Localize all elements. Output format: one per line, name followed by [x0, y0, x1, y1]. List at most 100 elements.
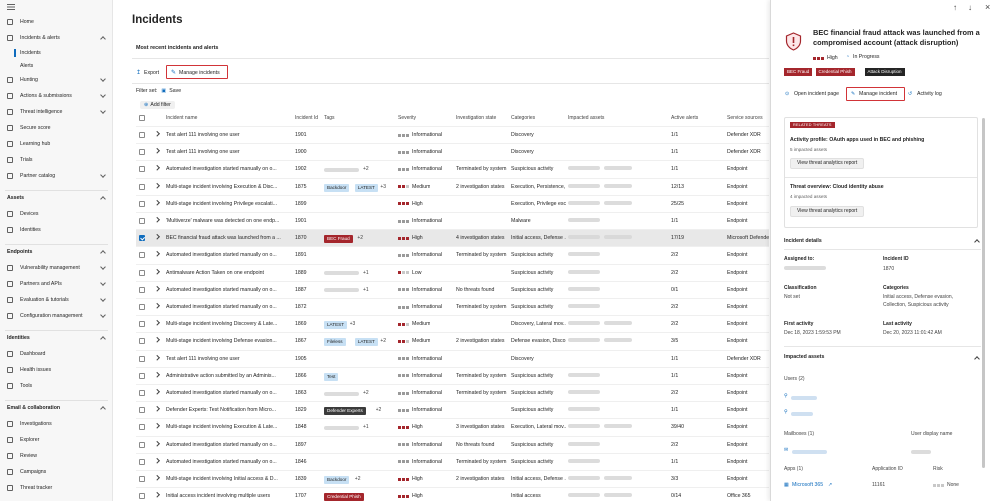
- row-checkbox[interactable]: [139, 372, 145, 379]
- table-row[interactable]: Automated investigation started manually…: [136, 435, 769, 453]
- expand-chevron-icon[interactable]: [154, 286, 160, 292]
- row-checkbox[interactable]: [139, 286, 145, 293]
- expand-chevron-icon[interactable]: [154, 320, 160, 326]
- sidebar-item-trials[interactable]: Trials: [0, 153, 113, 167]
- sidebar-item-devices[interactable]: Devices: [0, 207, 113, 221]
- incident-name[interactable]: BEC financial fraud attack was launched …: [166, 235, 291, 241]
- app-link[interactable]: Microsoft 365: [792, 482, 823, 488]
- incident-name[interactable]: Administrative action submitted by an Ad…: [166, 373, 291, 379]
- incident-name[interactable]: 'Multiverze' malware was detected on one…: [166, 218, 291, 224]
- table-row[interactable]: Test alert 111 involving one user 1900 Inf…: [136, 143, 769, 160]
- open-incident-page-link[interactable]: Open incident page: [794, 91, 839, 97]
- table-row[interactable]: Defender Experts: Test Notification from…: [136, 401, 769, 418]
- close-icon[interactable]: ×: [985, 2, 990, 12]
- column-header[interactable]: Service sources: [727, 115, 763, 121]
- more-tags[interactable]: +1: [363, 424, 369, 430]
- export-button[interactable]: ↥ Export: [136, 69, 159, 77]
- row-checkbox[interactable]: [139, 132, 145, 138]
- collapse-icon[interactable]: [974, 356, 980, 362]
- expand-chevron-icon[interactable]: [154, 475, 160, 481]
- row-checkbox[interactable]: [139, 355, 145, 362]
- row-checkbox[interactable]: [139, 493, 145, 500]
- view-report-button[interactable]: View threat analytics report: [790, 206, 865, 217]
- sidebar-item-alerts[interactable]: Alerts: [0, 59, 113, 73]
- table-row[interactable]: Multi-stage incident involving Discovery…: [136, 315, 769, 332]
- incident-name[interactable]: Multi-stage incident involving Defense e…: [166, 338, 291, 344]
- more-tags[interactable]: +3: [350, 321, 356, 327]
- sidebar-item-investigations[interactable]: Investigations: [0, 417, 113, 431]
- row-checkbox[interactable]: [139, 338, 145, 345]
- table-row[interactable]: Test alert 111 involving one user 1905 Inf…: [136, 349, 769, 367]
- more-tags[interactable]: +1: [363, 270, 369, 276]
- row-checkbox[interactable]: [139, 441, 145, 448]
- expand-chevron-icon[interactable]: [154, 440, 160, 446]
- incident-name[interactable]: Test alert 111 involving one user: [166, 149, 291, 155]
- expand-chevron-icon[interactable]: [154, 148, 160, 154]
- expand-chevron-icon[interactable]: [154, 372, 160, 378]
- collapse-icon[interactable]: [974, 239, 980, 245]
- incident-name[interactable]: Test alert 111 involving one user: [166, 356, 291, 362]
- row-checkbox[interactable]: [139, 458, 145, 465]
- sidebar-item-explorer[interactable]: Explorer: [0, 433, 113, 447]
- incident-name[interactable]: Defender Experts: Test Notification from…: [166, 407, 291, 413]
- sidebar-item-identities[interactable]: Identities: [0, 331, 113, 345]
- sidebar-item-review[interactable]: Review: [0, 449, 113, 463]
- incident-name[interactable]: Initial access incident involving multip…: [166, 493, 291, 499]
- column-header[interactable]: Severity: [398, 115, 416, 121]
- expand-chevron-icon[interactable]: [154, 458, 160, 464]
- more-tags[interactable]: +2: [363, 166, 369, 172]
- incident-name[interactable]: Multi-stage incident involving Discovery…: [166, 321, 291, 327]
- expand-chevron-icon[interactable]: [154, 423, 160, 429]
- chevron-up-icon[interactable]: ↑: [953, 3, 957, 12]
- table-row[interactable]: Multi-stage incident involving Initial a…: [136, 470, 769, 487]
- row-checkbox[interactable]: [139, 149, 145, 156]
- row-checkbox[interactable]: [139, 390, 145, 396]
- incident-name[interactable]: Multi-stage incident involving Execution…: [166, 424, 291, 430]
- row-checkbox[interactable]: [139, 218, 145, 224]
- table-row[interactable]: Administrative action submitted by an Ad…: [136, 366, 769, 384]
- column-header[interactable]: Impacted assets: [568, 115, 604, 121]
- column-header[interactable]: Active alerts: [671, 115, 698, 121]
- sidebar-item-partner-catalog[interactable]: Partner catalog: [0, 169, 113, 183]
- sidebar-item-dashboard[interactable]: Dashboard: [0, 347, 113, 361]
- column-header[interactable]: Incident name: [166, 115, 197, 121]
- expand-chevron-icon[interactable]: [154, 337, 160, 343]
- sidebar-item-learning-hub[interactable]: Learning hub: [0, 137, 113, 151]
- row-checkbox[interactable]: [139, 166, 145, 173]
- sidebar-item-hunting[interactable]: Hunting: [0, 73, 113, 87]
- sidebar-item-secure-score[interactable]: Secure score: [0, 121, 113, 135]
- more-tags[interactable]: +1: [363, 287, 369, 293]
- threat-title[interactable]: Activity profile: OAuth apps used in BEC…: [790, 137, 924, 143]
- column-header[interactable]: Categories: [511, 115, 535, 121]
- user-link-redacted[interactable]: [791, 412, 813, 416]
- sidebar-item-incidents-alerts[interactable]: Incidents & alerts: [0, 31, 113, 45]
- row-checkbox[interactable]: [139, 269, 145, 276]
- column-header[interactable]: Tags: [324, 115, 335, 121]
- expand-chevron-icon[interactable]: [154, 217, 160, 223]
- table-row[interactable]: Automated investigation started manually…: [136, 384, 769, 401]
- row-checkbox[interactable]: [139, 183, 145, 190]
- threat-title[interactable]: Threat overview: Cloud identity abuse: [790, 184, 884, 190]
- table-row[interactable]: Test alert 111 involving one user 1901 Inf…: [136, 126, 769, 143]
- row-checkbox[interactable]: [139, 407, 145, 414]
- expand-chevron-icon[interactable]: [154, 165, 160, 171]
- incident-name[interactable]: Automated investigation started manually…: [166, 390, 291, 396]
- incident-name[interactable]: Multi-stage incident involving Privilege…: [166, 201, 291, 207]
- sidebar-item-campaigns[interactable]: Campaigns: [0, 465, 113, 479]
- table-row[interactable]: Multi-stage incident involving Execution…: [136, 177, 769, 195]
- table-row[interactable]: Automated investigation started manually…: [136, 452, 769, 470]
- more-tags[interactable]: +3: [380, 184, 386, 190]
- sidebar-item-actions-submissions[interactable]: Actions & submissions: [0, 89, 113, 103]
- chevron-down-icon[interactable]: ↓: [968, 3, 972, 12]
- activity-log-link[interactable]: Activity log: [917, 91, 942, 97]
- expand-chevron-icon[interactable]: [154, 182, 160, 188]
- table-row[interactable]: Automated investigation started manually…: [136, 298, 769, 315]
- column-header[interactable]: Incident Id: [295, 115, 318, 121]
- sidebar-item-tools[interactable]: Tools: [0, 379, 113, 393]
- more-tags[interactable]: +2: [363, 390, 369, 396]
- save-filter-button[interactable]: Save: [169, 88, 181, 94]
- sidebar-item-health-issues[interactable]: Health issues: [0, 363, 113, 377]
- row-checkbox[interactable]: [139, 235, 145, 242]
- add-filter-button[interactable]: ⊕ Add filter: [140, 101, 175, 109]
- row-checkbox[interactable]: [139, 200, 145, 207]
